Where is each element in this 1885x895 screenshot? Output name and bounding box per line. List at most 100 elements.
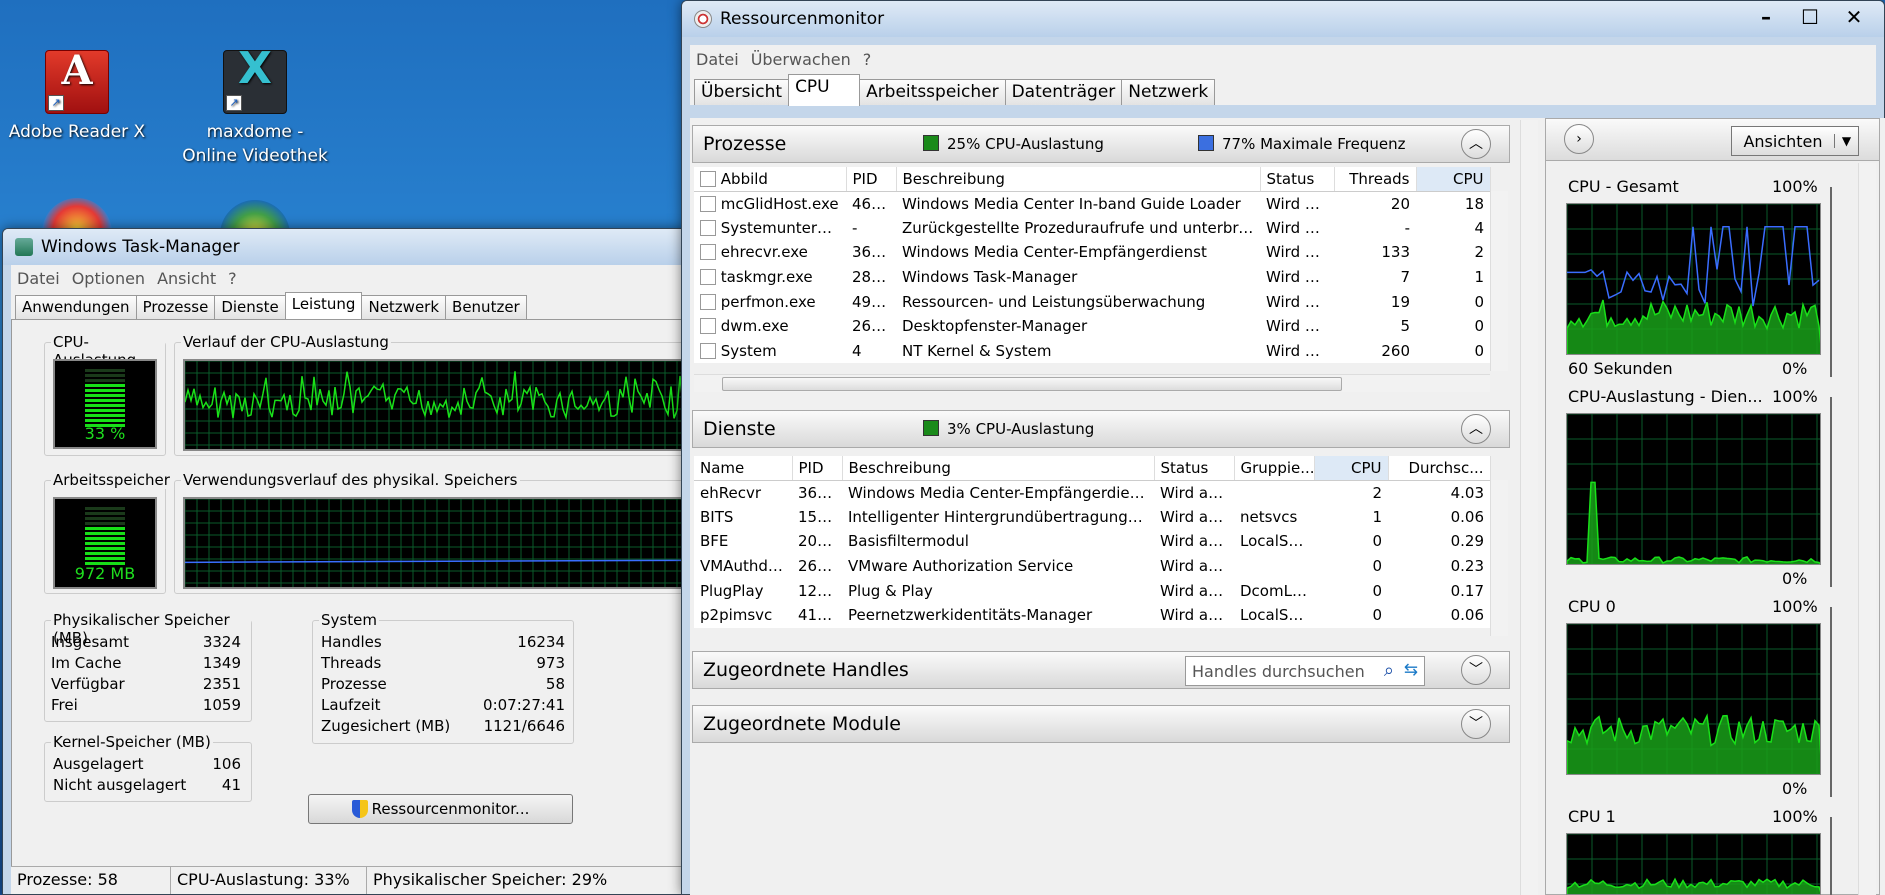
refresh-icon[interactable]: ⇆ [1404,660,1418,680]
hscroll-thumb[interactable] [722,377,1342,391]
shortcut-arrow-icon: ↗ [48,95,64,111]
column-header-abbild[interactable]: Abbild [694,167,847,192]
column-header-beschreibung[interactable]: Beschreibung [896,167,1261,192]
table-cell: VMAuthdS... [700,557,792,576]
memory-value: 972 MB [74,564,136,583]
usage-area [1567,481,1820,564]
column-header-status[interactable]: Status [1154,456,1235,481]
kv-key: Verfügbar [51,675,125,693]
tab-cpu[interactable]: CPU [788,74,861,106]
table-cell: Desktopfenster-Manager [902,317,1088,336]
table-row[interactable]: ehRecvr 3636 Windows Media Center-Empfänge… [694,480,1490,505]
tab-prozesse[interactable]: Prozesse [135,295,216,319]
graph-pane-vscrollbar[interactable] [1858,163,1876,895]
views-dropdown[interactable]: Ansichten ▼ [1731,126,1859,156]
row-checkbox[interactable] [700,342,716,359]
kv-value: 58 [545,675,565,693]
table-row[interactable]: VMAuthdS... 2676 VMware Authorization Serv… [694,554,1490,579]
table-row[interactable]: BITS 1544 Intelligenter Hintergrundübertra… [694,505,1490,530]
collapse-pane-arrow-icon[interactable]: › [1564,124,1594,154]
table-row[interactable]: taskmgr.exe 2820 Windows Task-Manager Wird … [694,265,1490,290]
menu-ueberwachen[interactable]: Überwachen [751,50,851,69]
menu-help[interactable]: ? [228,269,237,288]
task-manager-tabs: Anwendungen Prozesse Dienste Leistung Ne… [11,291,683,320]
menu-ansicht[interactable]: Ansicht [157,269,216,288]
table-row[interactable]: Systemunterbrec...-Zurückgestellte Proze… [694,216,1490,241]
services-panel-header[interactable]: Dienste 3% CPU-Auslastung ︿ [692,410,1510,448]
column-header-cpu[interactable]: CPU [1314,456,1389,481]
collapse-chevron-icon[interactable]: ︿ [1461,129,1491,159]
desktop-icon-adobe[interactable]: ↗ Adobe Reader X [2,50,152,144]
resource-monitor-button[interactable]: Ressourcenmonitor... [308,794,573,824]
table-cell: Wird au... [1160,507,1232,526]
tab-datentraeger[interactable]: Datenträger [1004,79,1123,105]
handles-panel-header[interactable]: Zugeordnete Handles Handles durchsuchen … [692,651,1510,689]
row-checkbox[interactable] [700,269,716,286]
menu-optionen[interactable]: Optionen [72,269,145,288]
table-row[interactable]: ehrecvr.exe 3636 Windows Media Center-Empf… [694,240,1490,265]
maximize-icon[interactable]: ☐ [1788,3,1832,31]
table-row[interactable]: System 4 NT Kernel & System Wird au... 260 0 [694,339,1490,364]
resource-monitor-titlebar[interactable]: Ressourcenmonitor – ☐ ✕ [682,1,1884,37]
row-checkbox[interactable] [700,293,716,310]
table-cell: BITS [700,507,734,526]
table-cell: 4908 [852,292,891,311]
expand-chevron-icon[interactable]: ﹀ [1461,655,1491,685]
memory-history-group: Verwendungsverlauf des physikal. Speiche… [174,471,691,594]
tab-benutzer[interactable]: Benutzer [445,295,527,319]
tab-anwendungen[interactable]: Anwendungen [15,295,137,319]
main-pane-vscrollbar[interactable] [1520,120,1538,895]
legend-text: 77% Maximale Frequenz [1222,135,1406,153]
column-header-pid[interactable]: PID [792,456,843,481]
processes-panel-header[interactable]: Prozesse 25% CPU-Auslastung 77% Maximale… [692,125,1510,163]
row-checkbox[interactable] [700,244,716,261]
column-header-gruppierung[interactable]: Gruppie... [1234,456,1315,481]
table-row[interactable]: perfmon.exe 4908 Ressourcen- und Leistungs… [694,289,1490,314]
table-row[interactable]: p2pimsvc 4128 Peernetzwerkidentitäts-Manag… [694,603,1490,628]
kv-value: 3324 [202,633,241,651]
close-icon[interactable]: ✕ [1832,3,1876,31]
table-row[interactable]: BFE 2020 Basisfiltermodul Wird au... LocalSe… [694,529,1490,554]
row-checkbox[interactable] [700,318,716,335]
meter-bar-segment [85,512,125,515]
processes-hscrollbar[interactable] [694,374,1490,392]
tab-uebersicht[interactable]: Übersicht [694,79,790,105]
column-header-status[interactable]: Status [1260,167,1335,192]
desktop-icon-maxdome[interactable]: ↗ maxdome - Online Videothek [180,50,330,168]
table-row[interactable]: dwm.exe 2664 Desktopfenster-Manager Wird au… [694,314,1490,339]
column-header-durchschnitt[interactable]: Durchsc... [1388,456,1491,481]
column-header-cpu[interactable]: CPU [1416,167,1491,192]
handles-search-input[interactable]: Handles durchsuchen ⌕ ⇆ [1185,656,1425,686]
graph-max: 100% [1772,597,1818,616]
menu-help[interactable]: ? [863,50,872,69]
row-checkbox[interactable] [700,195,716,212]
search-icon[interactable]: ⌕ [1384,660,1394,681]
expand-chevron-icon[interactable]: ﹀ [1461,709,1491,739]
select-all-checkbox[interactable] [700,170,716,187]
column-header-pid[interactable]: PID [846,167,897,192]
column-header-beschreibung[interactable]: Beschreibung [842,456,1155,481]
cpu-total-graph [1566,203,1821,355]
tab-dienste[interactable]: Dienste [214,295,286,319]
table-cell: Wird au... [1160,581,1232,600]
graph-footer-right: 0% [1782,359,1808,378]
task-manager-titlebar[interactable]: Windows Task-Manager [3,229,691,265]
kv-row: Laufzeit 0:07:27:41 [321,696,565,717]
column-header-name[interactable]: Name [694,456,793,481]
menu-datei[interactable]: Datei [696,50,739,69]
table-row[interactable]: PlugPlay 1240 Plug & Play Wird au... DcomLa.… [694,578,1490,603]
minimize-icon[interactable]: – [1744,3,1788,31]
tab-netzwerk[interactable]: Netzwerk [1121,79,1216,105]
modules-panel-header[interactable]: Zugeordnete Module ﹀ [692,705,1510,743]
table-row[interactable]: mcGlidHost.exe 4640 Windows Media Center I… [694,191,1490,216]
column-header-threads[interactable]: Threads [1334,167,1417,192]
row-checkbox[interactable] [700,219,716,236]
tab-netzwerk[interactable]: Netzwerk [361,295,447,319]
table-cell: 4 [1474,218,1484,237]
collapse-chevron-icon[interactable]: ︿ [1461,414,1491,444]
services-vscrollbar[interactable] [1490,480,1508,636]
tab-leistung[interactable]: Leistung [284,292,363,320]
tab-arbeitsspeicher[interactable]: Arbeitsspeicher [859,79,1006,105]
processes-vscrollbar[interactable] [1490,191,1508,371]
menu-datei[interactable]: Datei [17,269,60,288]
